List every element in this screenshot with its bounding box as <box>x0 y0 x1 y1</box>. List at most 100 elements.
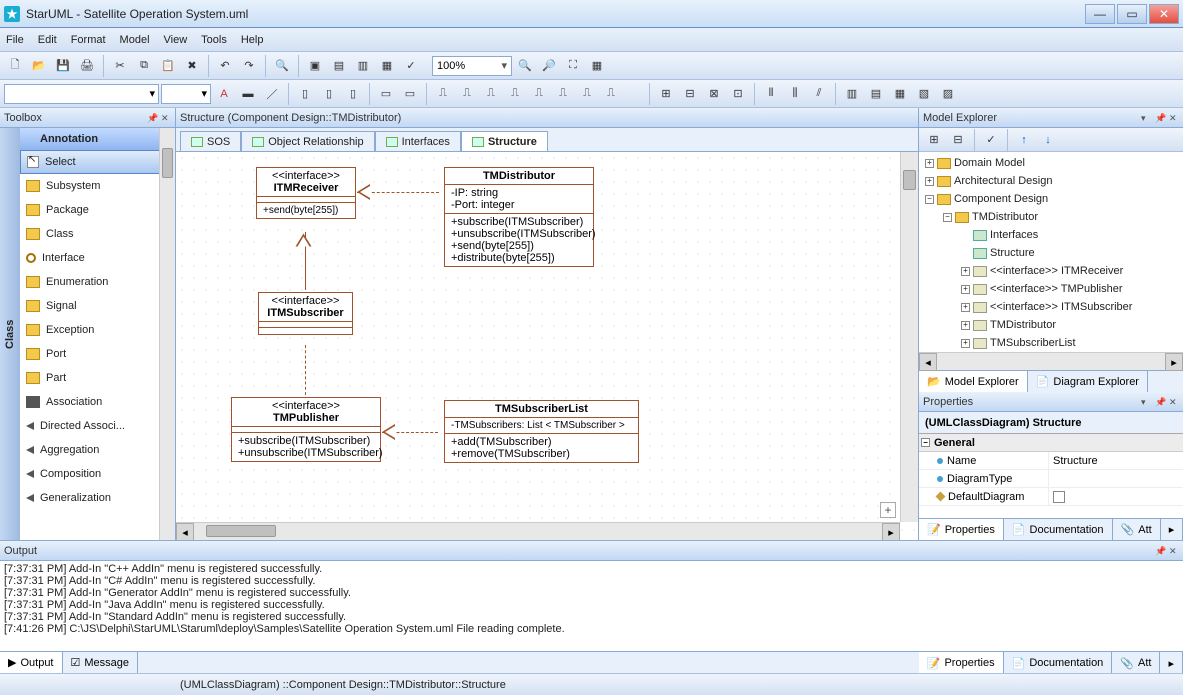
expand-icon[interactable]: + <box>880 502 896 518</box>
tool-interface[interactable]: Interface <box>20 246 175 270</box>
tab-object-rel[interactable]: Object Relationship <box>241 131 374 151</box>
align11-icon[interactable]: ⎍ <box>552 83 574 105</box>
layout11-icon[interactable]: ▧ <box>913 83 935 105</box>
prop-row-name[interactable]: NameStructure <box>919 452 1183 470</box>
me-pin-icon[interactable]: 📌 <box>1155 113 1165 123</box>
tab-documentation-2[interactable]: 📄Documentation <box>1004 652 1113 674</box>
tool-class[interactable]: Class <box>20 222 175 246</box>
tab-sos[interactable]: SOS <box>180 131 241 151</box>
tab-att-2[interactable]: 📎Att <box>1112 652 1160 674</box>
layout3-icon[interactable]: ⊠ <box>703 83 725 105</box>
menu-help[interactable]: Help <box>241 34 264 46</box>
align8-icon[interactable]: ⎍ <box>480 83 502 105</box>
tool-port[interactable]: Port <box>20 342 175 366</box>
tool1-icon[interactable]: ▣ <box>304 55 326 77</box>
prop-row-defaultdiagram[interactable]: DefaultDiagram <box>919 488 1183 506</box>
diagram-canvas[interactable]: <<interface>>ITMReceiver +send(byte[255]… <box>176 152 918 540</box>
tool4-icon[interactable]: ▦ <box>376 55 398 77</box>
tab-interfaces[interactable]: Interfaces <box>375 131 461 151</box>
tabs-more-icon[interactable]: ▸ <box>1161 519 1183 540</box>
tool-composition[interactable]: Composition <box>20 462 175 486</box>
align2-icon[interactable]: ▯ <box>318 83 340 105</box>
menu-model[interactable]: Model <box>120 34 150 46</box>
props-close-icon[interactable]: ✕ <box>1169 397 1179 407</box>
undo-icon[interactable]: ↶ <box>214 55 236 77</box>
close-pane-icon[interactable]: ✕ <box>161 113 171 123</box>
tool5-icon[interactable]: ✓ <box>400 55 422 77</box>
save-icon[interactable]: 💾 <box>52 55 74 77</box>
layout10-icon[interactable]: ▦ <box>889 83 911 105</box>
out-close-icon[interactable]: ✕ <box>1169 546 1179 556</box>
tool-directed-assoc[interactable]: Directed Associ... <box>20 414 175 438</box>
diagram-hscroll[interactable]: ◂▸ <box>176 522 900 540</box>
fit-icon[interactable]: ⛶ <box>562 55 584 77</box>
menu-view[interactable]: View <box>164 34 188 46</box>
align9-icon[interactable]: ⎍ <box>504 83 526 105</box>
print-icon[interactable]: 🖨 <box>76 55 98 77</box>
layout2-icon[interactable]: ⊟ <box>679 83 701 105</box>
layout4-icon[interactable]: ⊡ <box>727 83 749 105</box>
align4-icon[interactable]: ▭ <box>375 83 397 105</box>
uml-itmreceiver[interactable]: <<interface>>ITMReceiver +send(byte[255]… <box>256 167 356 219</box>
tool-select[interactable]: Select <box>20 150 175 174</box>
tab-properties[interactable]: 📝Properties <box>919 519 1004 540</box>
layout8-icon[interactable]: ▥ <box>841 83 863 105</box>
layout7-icon[interactable]: ⫽ <box>808 83 830 105</box>
fontsize-combo[interactable]: ▾ <box>161 84 211 104</box>
zoomout-icon[interactable]: 🔍 <box>514 55 536 77</box>
props-menu-icon[interactable]: ▾ <box>1141 397 1151 407</box>
default-diagram-checkbox[interactable] <box>1053 491 1065 503</box>
find-icon[interactable]: 🔍 <box>271 55 293 77</box>
tabs-more-2-icon[interactable]: ▸ <box>1160 652 1183 674</box>
me-tool2-icon[interactable]: ⊟ <box>947 129 969 151</box>
props-pin-icon[interactable]: 📌 <box>1155 397 1165 407</box>
props-group-general[interactable]: −General <box>919 434 1183 452</box>
align12-icon[interactable]: ⎍ <box>576 83 598 105</box>
minimize-button[interactable]: — <box>1085 4 1115 24</box>
tool-enumeration[interactable]: Enumeration <box>20 270 175 294</box>
tab-model-explorer[interactable]: 📂Model Explorer <box>919 371 1028 392</box>
uml-tmdistributor[interactable]: TMDistributor -IP: string-Port: integer … <box>444 167 594 267</box>
delete-icon[interactable]: ✖ <box>181 55 203 77</box>
tab-documentation[interactable]: 📄Documentation <box>1004 519 1113 540</box>
tab-output[interactable]: ▶Output <box>0 652 63 673</box>
diagram-vscroll[interactable] <box>900 152 918 522</box>
layout6-icon[interactable]: ⫼ <box>784 83 806 105</box>
me-hscroll[interactable]: ◂▸ <box>919 352 1183 370</box>
align13-icon[interactable]: ⎍ <box>600 83 622 105</box>
fillcolor-icon[interactable]: ▬ <box>237 83 259 105</box>
tool-exception[interactable]: Exception <box>20 318 175 342</box>
align3-icon[interactable]: ▯ <box>342 83 364 105</box>
paste-icon[interactable]: 📋 <box>157 55 179 77</box>
menu-format[interactable]: Format <box>71 34 106 46</box>
pin-icon[interactable]: 📌 <box>147 113 157 123</box>
tool-subsystem[interactable]: Subsystem <box>20 174 175 198</box>
zoomin-icon[interactable]: 🔎 <box>538 55 560 77</box>
align5-icon[interactable]: ▭ <box>399 83 421 105</box>
tool2-icon[interactable]: ▤ <box>328 55 350 77</box>
layout5-icon[interactable]: ⫴ <box>760 83 782 105</box>
copy-icon[interactable]: ⧉ <box>133 55 155 77</box>
maximize-button[interactable]: ▭ <box>1117 4 1147 24</box>
align7-icon[interactable]: ⎍ <box>456 83 478 105</box>
layout1-icon[interactable]: ⊞ <box>655 83 677 105</box>
new-icon[interactable]: 🗋 <box>4 55 26 77</box>
me-tool3-icon[interactable]: ✓ <box>980 129 1002 151</box>
out-pin-icon[interactable]: 📌 <box>1155 546 1165 556</box>
toolbox-group-header[interactable]: Annotation <box>20 128 175 150</box>
menu-edit[interactable]: Edit <box>38 34 57 46</box>
layout12-icon[interactable]: ▨ <box>937 83 959 105</box>
tool-part[interactable]: Part <box>20 366 175 390</box>
tab-properties-2[interactable]: 📝Properties <box>919 652 1004 674</box>
tab-structure[interactable]: Structure <box>461 131 548 151</box>
tab-att[interactable]: 📎Att <box>1113 519 1161 540</box>
tool-generalization[interactable]: Generalization <box>20 486 175 510</box>
uml-itmsubscriber[interactable]: <<interface>>ITMSubscriber <box>258 292 353 335</box>
align1-icon[interactable]: ▯ <box>294 83 316 105</box>
tool3-icon[interactable]: ▥ <box>352 55 374 77</box>
linecolor-icon[interactable]: ／ <box>261 83 283 105</box>
open-icon[interactable]: 📂 <box>28 55 50 77</box>
tab-diagram-explorer[interactable]: 📄Diagram Explorer <box>1028 371 1148 392</box>
output-console[interactable]: [7:37:31 PM] Add-In "C++ AddIn" menu is … <box>0 561 1183 651</box>
prop-row-diagramtype[interactable]: DiagramType <box>919 470 1183 488</box>
